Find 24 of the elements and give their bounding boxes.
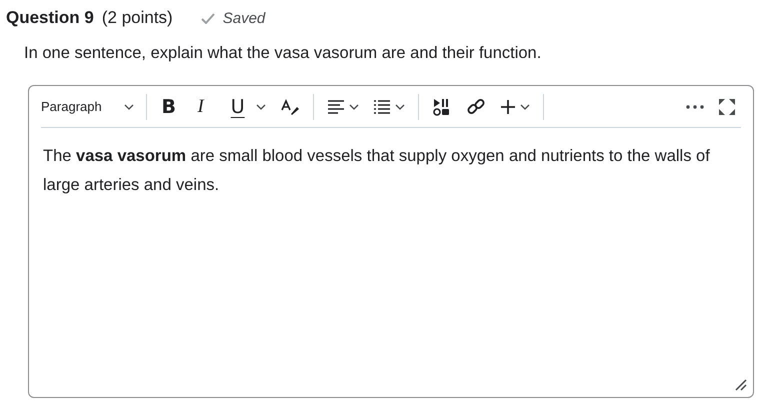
- question-points: (2 points): [102, 8, 173, 28]
- resize-handle-icon[interactable]: [735, 379, 747, 391]
- chevron-icon: [124, 104, 134, 110]
- link-icon: [466, 96, 486, 116]
- plus-icon: [500, 98, 516, 114]
- paragraph-dropdown[interactable]: Paragraph: [41, 92, 138, 122]
- more-options-icon: [686, 104, 704, 108]
- chevron-icon: [520, 104, 530, 110]
- question-title: Question 9: [6, 8, 94, 28]
- italic-button[interactable]: I: [186, 92, 215, 122]
- bold-button[interactable]: B: [154, 92, 183, 122]
- chevron-icon: [348, 104, 359, 110]
- text-color-icon: [280, 98, 300, 116]
- answer-text: The vasa vasorum are small blood vessels that supply oxygen and nutrients to the walls of large arteries and veins.: [42, 146, 711, 196]
- answer-editor[interactable]: Paragraph B I U The vasa vasorum are small blood vessels that supply oxygen and nutrients to the walls of large arteries and veins.: [28, 85, 754, 398]
- align-icon: [326, 98, 345, 114]
- chevron-icon: [394, 104, 405, 110]
- fullscreen-icon: [718, 98, 736, 116]
- list-icon: [372, 98, 391, 114]
- underline-button[interactable]: U: [224, 92, 252, 122]
- save-status: Saved: [222, 10, 266, 26]
- chevron-icon: [256, 104, 266, 110]
- media-icon: [432, 96, 452, 116]
- question-prompt: In one sentence, explain what the vasa vasorum are and their function.: [24, 44, 542, 63]
